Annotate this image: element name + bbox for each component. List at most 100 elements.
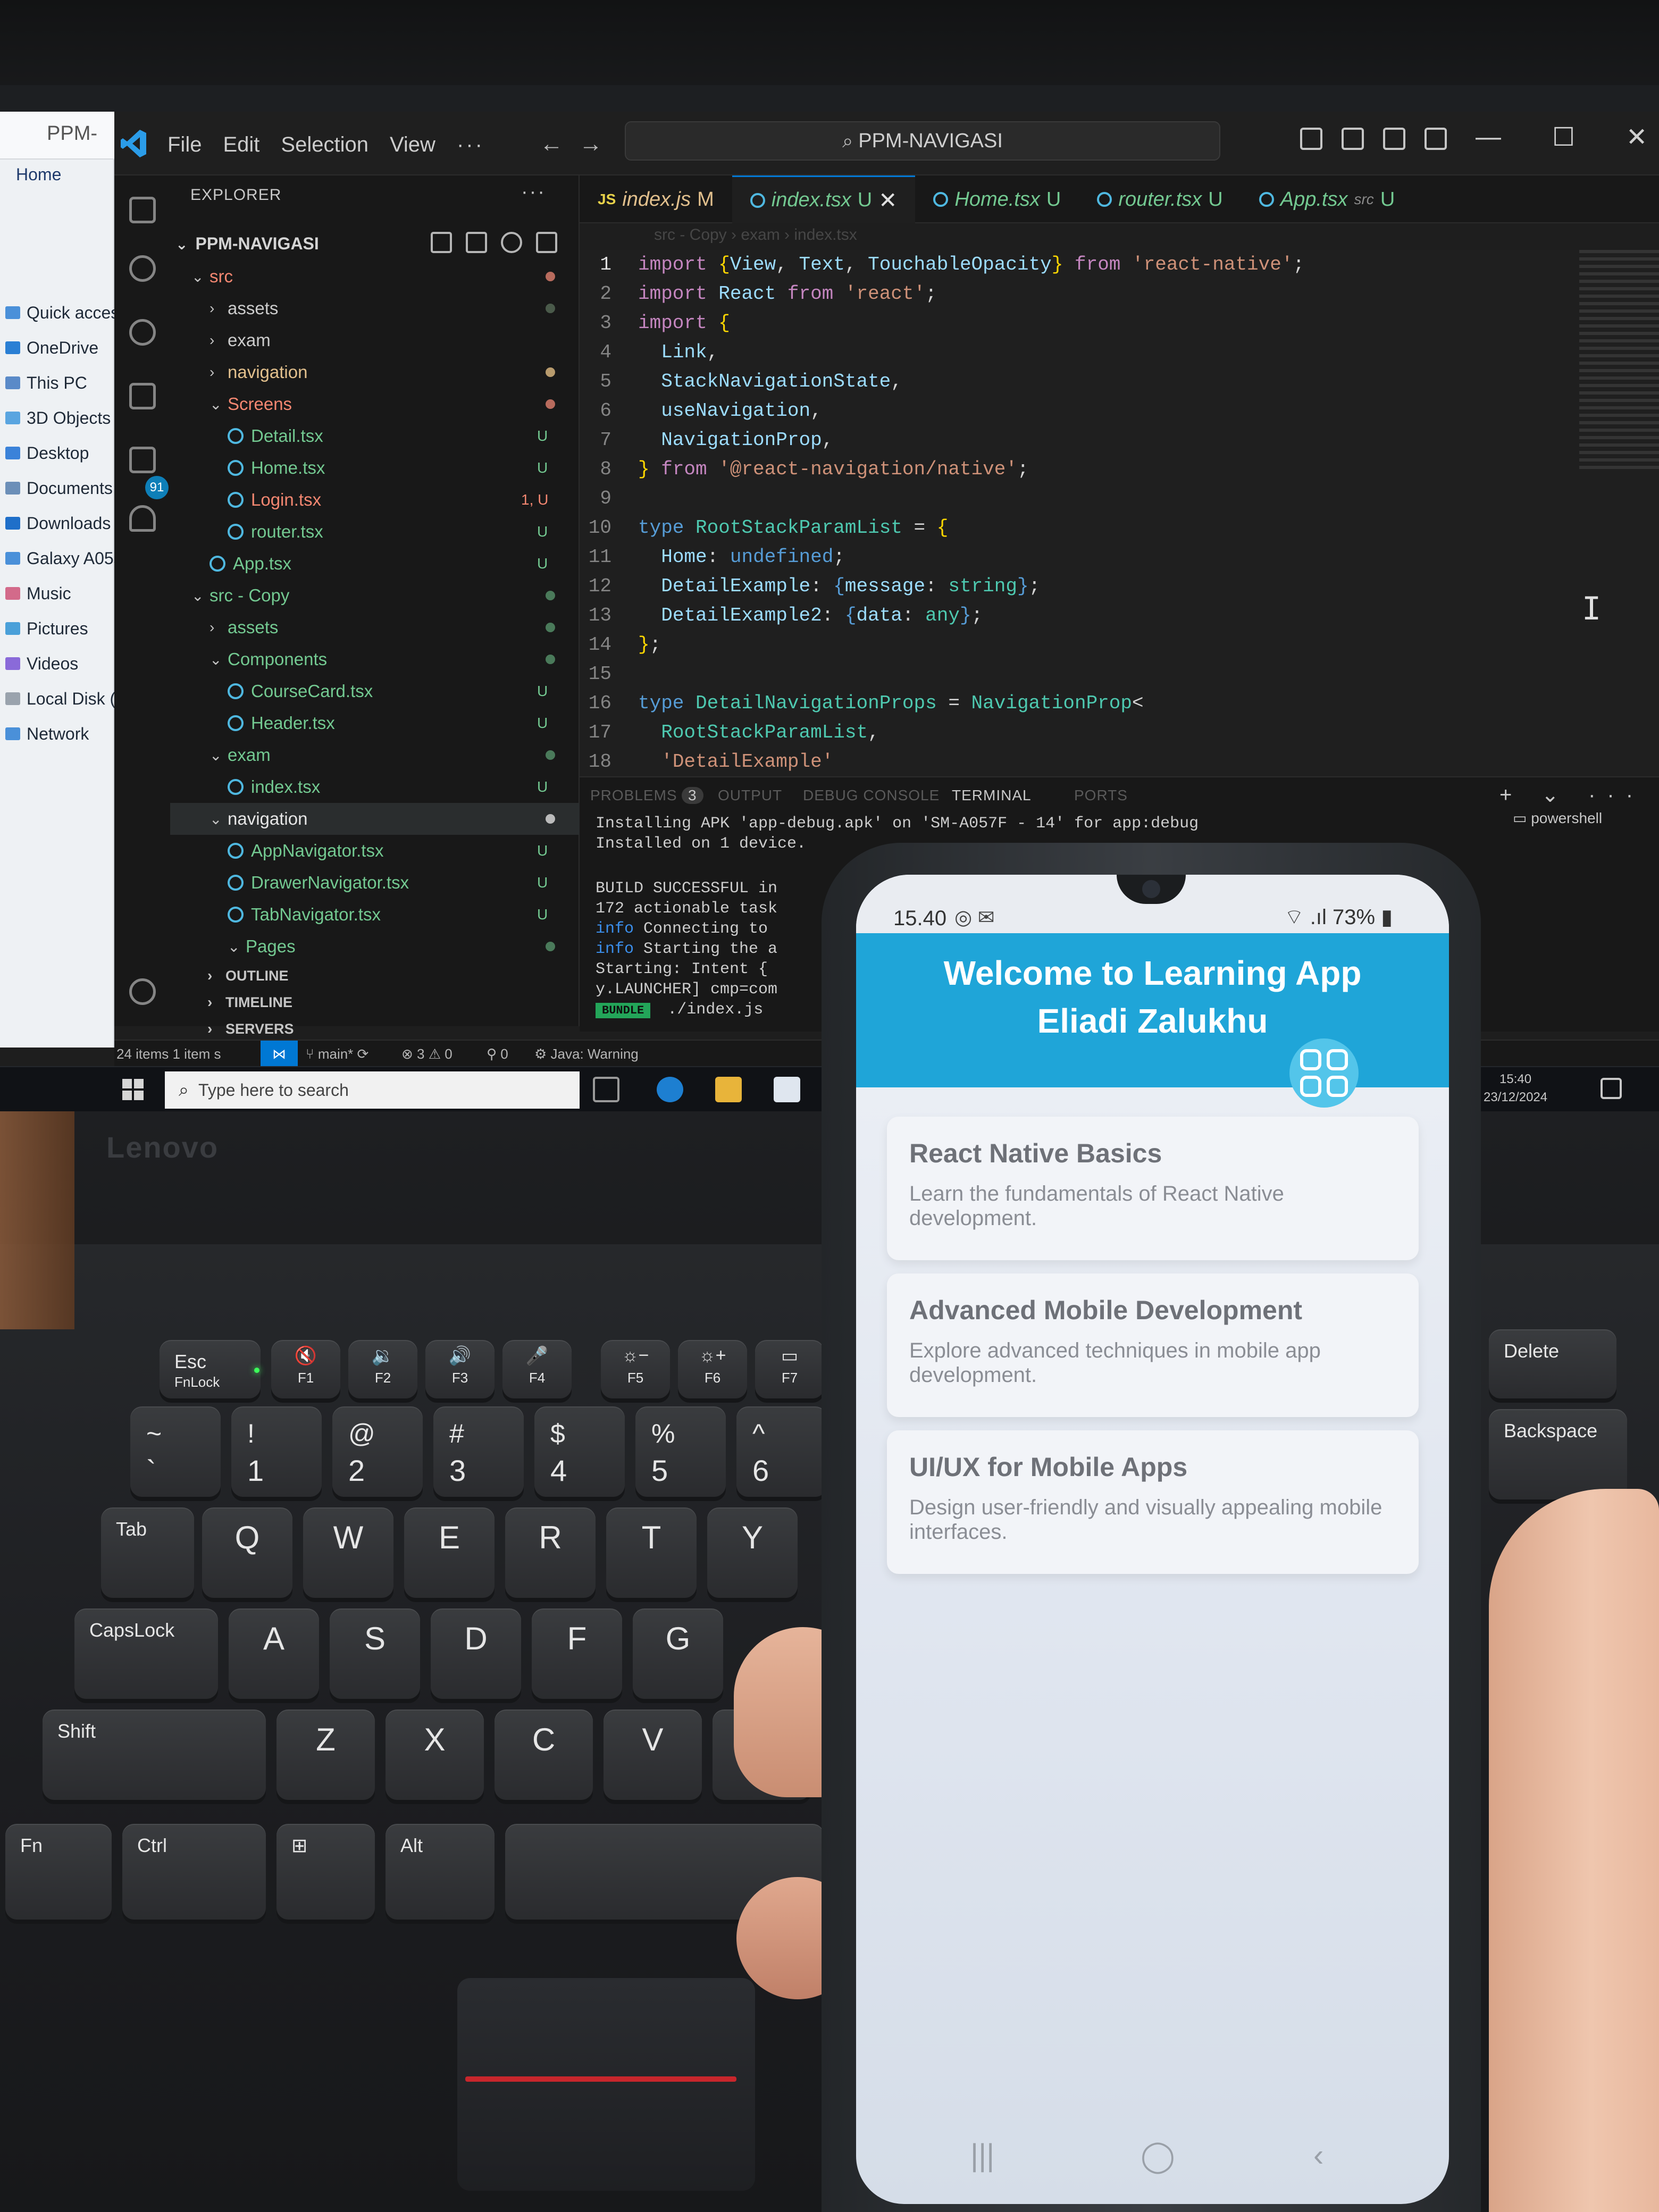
panel-tab-output[interactable]: OUTPUT: [718, 787, 782, 804]
editor-tab[interactable]: App.tsx src U: [1241, 175, 1413, 223]
tree-file[interactable]: AppNavigator.tsx U: [170, 835, 580, 867]
refresh-icon[interactable]: [501, 232, 522, 253]
key-c[interactable]: C: [495, 1710, 593, 1800]
key-bottom-1[interactable]: Ctrl: [122, 1824, 266, 1920]
git-branch[interactable]: ⑂ main* ⟳: [306, 1046, 368, 1062]
tree-file[interactable]: TabNavigator.tsx U: [170, 899, 580, 931]
source-control-icon[interactable]: [129, 319, 156, 346]
tree-folder[interactable]: › assets: [170, 292, 580, 324]
key-shift[interactable]: Shift: [43, 1710, 266, 1800]
panel-tab-terminal[interactable]: TERMINAL: [952, 787, 1032, 804]
course-card[interactable]: UI/UX for Mobile Apps Design user-friendl…: [887, 1430, 1419, 1574]
tree-folder[interactable]: ⌄ Screens: [170, 388, 580, 420]
customize-layout-icon[interactable]: [1425, 128, 1447, 150]
testing-icon[interactable]: [129, 505, 156, 532]
ports-status[interactable]: ⚲ 0: [487, 1046, 508, 1062]
search-activity-icon[interactable]: [129, 255, 156, 282]
tree-folder[interactable]: › assets: [170, 611, 580, 643]
tree-file[interactable]: Detail.tsx U: [170, 420, 580, 452]
key-fn-6[interactable]: ☼+ F6: [678, 1340, 747, 1398]
toggle-primary-sidebar-icon[interactable]: [1300, 128, 1322, 150]
key-fn-2[interactable]: 🔉 F2: [348, 1340, 417, 1398]
key-capslock[interactable]: CapsLock: [74, 1608, 218, 1699]
menu-file[interactable]: File: [167, 133, 202, 157]
edge-browser-icon[interactable]: [657, 1077, 683, 1102]
sidebar-section[interactable]: › SERVERS: [170, 1016, 580, 1042]
accounts-icon[interactable]: [129, 978, 156, 1005]
key-q[interactable]: Q: [202, 1507, 292, 1598]
tree-folder[interactable]: ⌄ src: [170, 261, 580, 292]
nav-back-forward-icon[interactable]: ←→: [540, 131, 618, 157]
maximize-icon[interactable]: ☐: [1552, 122, 1575, 152]
taskbar-search[interactable]: ⌕ Type here to search: [165, 1071, 580, 1109]
panel-tab-ports[interactable]: PORTS: [1074, 787, 1128, 804]
course-card[interactable]: Advanced Mobile Development Explore advan…: [887, 1273, 1419, 1417]
file-explorer-home-tab[interactable]: Home: [16, 165, 61, 185]
tree-folder[interactable]: › navigation: [170, 356, 580, 388]
course-card[interactable]: React Native Basics Learn the fundamental…: [887, 1117, 1419, 1260]
key-e[interactable]: E: [404, 1507, 495, 1598]
key-backspace[interactable]: Backspace: [1489, 1409, 1627, 1499]
key-bottom-2[interactable]: ⊞: [276, 1824, 375, 1920]
key-bottom-3[interactable]: Alt: [386, 1824, 495, 1920]
notification-icon[interactable]: [1601, 1078, 1622, 1099]
key-delete[interactable]: Delete: [1489, 1329, 1616, 1398]
problems-status[interactable]: ⊗ 3 ⚠ 0: [401, 1046, 453, 1062]
key-v[interactable]: V: [604, 1710, 702, 1800]
menu-more-icon[interactable]: ···: [457, 133, 484, 157]
task-view-icon[interactable]: [593, 1077, 619, 1102]
menu-edit[interactable]: Edit: [223, 133, 259, 157]
code-editor[interactable]: I 1 import {View, Text, TouchableOpacity}…: [580, 250, 1659, 867]
key-number-5[interactable]: % 5: [635, 1406, 726, 1497]
key-z[interactable]: Z: [276, 1710, 375, 1800]
system-clock[interactable]: 15:40 23/12/2024: [1484, 1070, 1547, 1107]
tree-file[interactable]: router.tsx U: [170, 516, 580, 548]
key-bottom-0[interactable]: Fn: [5, 1824, 112, 1920]
sidebar-section[interactable]: › OUTLINE: [170, 962, 580, 989]
tree-file[interactable]: Login.tsx 1, U: [170, 484, 580, 516]
key-y[interactable]: Y: [707, 1507, 798, 1598]
trackpad[interactable]: [457, 1978, 755, 2191]
tree-file[interactable]: Header.tsx U: [170, 707, 580, 739]
terminal-shell-label[interactable]: ▭ powershell: [1513, 809, 1602, 827]
file-explorer-tab[interactable]: PPM-: [0, 112, 114, 160]
key-w[interactable]: W: [303, 1507, 393, 1598]
menu-view[interactable]: View: [390, 133, 435, 157]
tree-folder[interactable]: ⌄ Components: [170, 643, 580, 675]
extensions-icon[interactable]: [129, 447, 156, 473]
file-explorer-taskbar-icon[interactable]: [715, 1077, 742, 1102]
grid-menu-icon[interactable]: [1289, 1038, 1359, 1108]
editor-tab[interactable]: Home.tsx U: [915, 175, 1079, 223]
key-tab[interactable]: Tab: [101, 1507, 194, 1598]
tree-file[interactable]: CourseCard.tsx U: [170, 675, 580, 707]
java-status[interactable]: ⚙ Java: Warning: [534, 1046, 639, 1062]
explorer-files-icon[interactable]: [129, 197, 156, 223]
new-file-icon[interactable]: [431, 232, 452, 253]
menu-selection[interactable]: Selection: [281, 133, 368, 157]
key-number-4[interactable]: $4: [534, 1406, 625, 1497]
new-folder-icon[interactable]: [466, 232, 487, 253]
tree-folder[interactable]: ⌄ navigation: [170, 803, 580, 835]
windows-start-icon[interactable]: [122, 1079, 144, 1100]
explorer-more-icon[interactable]: ···: [521, 181, 546, 204]
key-number-6[interactable]: ^ 6: [736, 1406, 827, 1497]
key-t[interactable]: T: [606, 1507, 697, 1598]
key-d[interactable]: D: [431, 1608, 521, 1699]
minimize-icon[interactable]: —: [1476, 122, 1501, 152]
close-window-icon[interactable]: ✕: [1626, 122, 1647, 152]
project-root[interactable]: ⌄ PPM-NAVIGASI: [175, 234, 319, 254]
panel-tab-problems[interactable]: PROBLEMS: [590, 787, 677, 804]
key-fn-5[interactable]: ☼− F5: [601, 1340, 670, 1398]
tree-folder[interactable]: ⌄ Pages: [170, 931, 580, 962]
key-number-1[interactable]: ! 1: [231, 1406, 322, 1497]
store-icon[interactable]: [774, 1077, 800, 1102]
tree-file[interactable]: App.tsx U: [170, 548, 580, 580]
tree-file[interactable]: Home.tsx U: [170, 452, 580, 484]
key-a[interactable]: A: [229, 1608, 319, 1699]
tree-folder[interactable]: ⌄ exam: [170, 739, 580, 771]
close-tab-icon[interactable]: ✕: [878, 187, 897, 213]
key-fn-1[interactable]: 🔇 F1: [271, 1340, 340, 1398]
back-icon[interactable]: ‹: [1313, 2138, 1323, 2173]
tree-folder[interactable]: ⌄ src - Copy: [170, 580, 580, 611]
collapse-all-icon[interactable]: [536, 232, 557, 253]
